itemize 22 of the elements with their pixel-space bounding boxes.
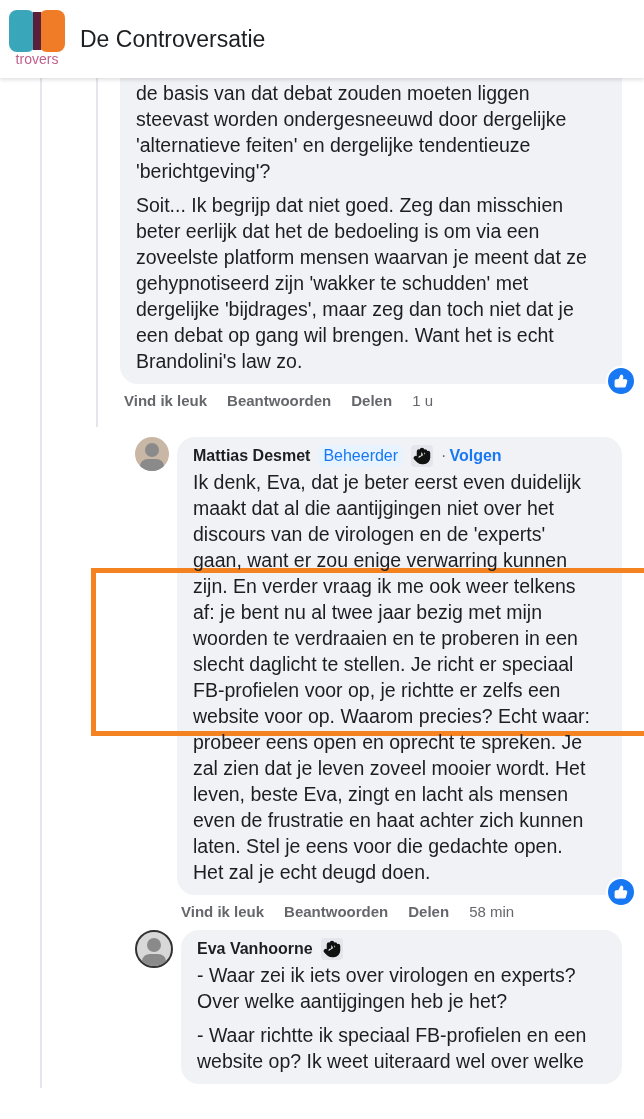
comment-time[interactable]: 58 min: [469, 903, 515, 920]
page-title: De Controversatie: [80, 25, 266, 53]
logo-icon: [9, 8, 65, 54]
comment-text: - Waar zei ik iets over virologen en experts? Over welke aantijgingen heb je het?: [197, 963, 577, 1014]
comment-action-link[interactable]: Beantwoorden: [227, 392, 332, 409]
role-badge: Beheerder: [318, 445, 404, 467]
logo-text: trovers: [15, 52, 59, 66]
comment-text: - Waar richtte ik speciaal FB-profielen en een website op? Ik weet uiteraard wel over welke: [197, 1023, 588, 1074]
comment-action-link[interactable]: Beantwoorden: [284, 903, 389, 920]
separator-dot: ·: [441, 447, 447, 465]
comment-action-link[interactable]: Delen: [408, 903, 450, 920]
comment-time[interactable]: 1 u: [412, 392, 433, 409]
comment-text: de basis van dat debat zouden moeten liggen steevast worden ondergesneeuwd door dergelijke 'alternatieve feiten' en dergelijke tendentieuze 'berichtgeving'?: [136, 81, 568, 184]
comment-action-link[interactable]: Vind ik leuk: [181, 903, 265, 920]
author-name[interactable]: Eva Vanhoorne: [197, 940, 313, 958]
comment-action-link[interactable]: Delen: [351, 392, 393, 409]
author-name[interactable]: Mattias Desmet: [193, 447, 311, 465]
comment-text: Soit... Ik begrijp dat niet goed. Zeg dan misschien beter eerlijk dat het de bedoeling is om via een zoveelste platform mensen waarvan je meent dat ze gehypnotiseerd zijn 'wakker te schudden' met dergelijke 'bijdrages', maar zeg dan toch niet dat je een debat op gang wil brengen. Want het is echt Brandolini's law zo.: [136, 193, 588, 374]
comment-text: Ik denk, Eva, dat je beter eerst even duidelijk maakt dat al die aantijgingen niet over het discours van de virologen en de 'experts' gaan, want er zou enige verwarring kunnen zijn. En verder vraag ik me ook weer telkens af: je bent nu al twee jaar bezig met mijn woorden te verdraaien en te proberen in een slecht daglicht te stellen. Je richt er speciaal FB-profielen voor op, je richtte er zelfs een website voor op. Waarom precies? Echt waar: probeer eens open en oprecht te spreken. Je zal zien dat je leven zoveel mooier wordt. Het leven, beste Eva, zingt en lacht als mensen even de frustratie en haat achter zich kunnen laten. Stel je eens voor die gedachte open. Het zal je echt deugd doen.: [193, 470, 592, 885]
follow-link[interactable]: Volgen: [449, 447, 502, 465]
avatar[interactable]: [135, 930, 173, 968]
comment-action-link[interactable]: Vind ik leuk: [124, 392, 208, 409]
